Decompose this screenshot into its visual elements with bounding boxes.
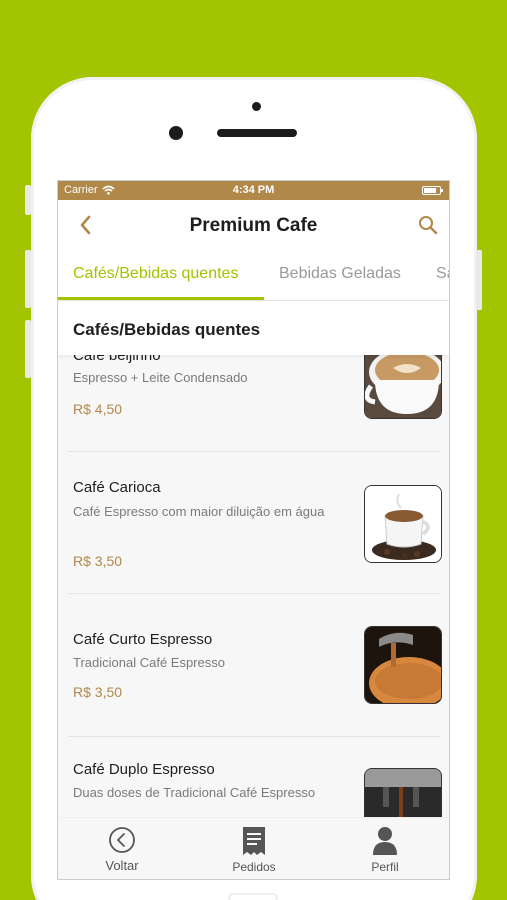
section-title: Cafés/Bebidas quentes (73, 320, 261, 339)
category-tabs: Cafés/Bebidas quentes Bebidas Geladas Sa (58, 250, 449, 300)
product-name: Café Duplo Espresso (73, 761, 215, 778)
tab-voltar[interactable]: Voltar (72, 826, 172, 873)
active-tab-indicator (58, 297, 264, 300)
product-name: Café Curto Espresso (73, 631, 213, 648)
earpiece-speaker (217, 129, 297, 137)
receipt-icon (243, 827, 265, 855)
phone-volume-down (25, 320, 31, 378)
section-header: Cafés/Bebidas quentes (58, 301, 449, 355)
product-description: Duas doses de Tradicional Café Espresso (73, 785, 316, 800)
product-image (364, 355, 442, 419)
list-item-cafe-beijinho[interactable]: Café beijinho Espresso + Leite Condensad… (58, 355, 449, 450)
phone-power-button (476, 250, 482, 310)
tab-bebidas-geladas[interactable]: Bebidas Geladas (279, 265, 401, 283)
product-image (364, 626, 442, 704)
battery-icon (422, 186, 443, 195)
status-time: 4:34 PM (232, 184, 275, 196)
list-item-cafe-duplo-espresso[interactable]: Café Duplo Espresso Duas doses de Tradic… (58, 737, 449, 817)
home-button-edge (228, 893, 278, 900)
front-sensor (252, 102, 261, 111)
tab-pedidos[interactable]: Pedidos (204, 826, 304, 874)
status-bar: Carrier 4:34 PM (58, 181, 449, 200)
product-name: Café beijinho (73, 355, 161, 364)
circle-chevron-left-icon (109, 827, 135, 853)
product-list[interactable]: Café beijinho Espresso + Leite Condensad… (58, 355, 449, 817)
tab-perfil[interactable]: Perfil (335, 826, 435, 874)
front-camera (169, 126, 183, 140)
phone-volume-up (25, 250, 31, 308)
product-image (364, 768, 442, 817)
search-icon[interactable] (417, 214, 439, 236)
product-price: R$ 3,50 (73, 684, 123, 700)
product-description: Tradicional Café Espresso (73, 655, 225, 670)
product-price: R$ 4,50 (73, 401, 123, 417)
product-description: Espresso + Leite Condensado (73, 370, 248, 385)
user-icon (373, 827, 397, 855)
list-item-cafe-curto-espresso[interactable]: Café Curto Espresso Tradicional Café Esp… (58, 594, 449, 737)
product-image (364, 485, 442, 563)
page-title: Premium Cafe (189, 215, 318, 236)
product-description: Café Espresso com maior diluição em água (73, 504, 325, 519)
tab-voltar-label: Voltar (105, 858, 139, 873)
nav-bar: Premium Cafe (58, 200, 449, 250)
product-name: Café Carioca (73, 479, 161, 496)
tab-perfil-label: Perfil (371, 860, 399, 874)
list-item-cafe-carioca[interactable]: Café Carioca Café Espresso com maior dil… (58, 452, 449, 594)
tab-pedidos-label: Pedidos (232, 860, 276, 874)
tab-next-category[interactable]: Sa (436, 265, 449, 283)
app-screen: Carrier 4:34 PM Premium Cafe Cafés/Bebid… (57, 180, 450, 880)
bottom-tab-bar: Voltar Pedidos Perfil (58, 817, 449, 879)
product-price: R$ 3,50 (73, 553, 123, 569)
tab-cafes-bebidas-quentes[interactable]: Cafés/Bebidas quentes (73, 265, 238, 283)
phone-mute-switch (25, 185, 31, 215)
